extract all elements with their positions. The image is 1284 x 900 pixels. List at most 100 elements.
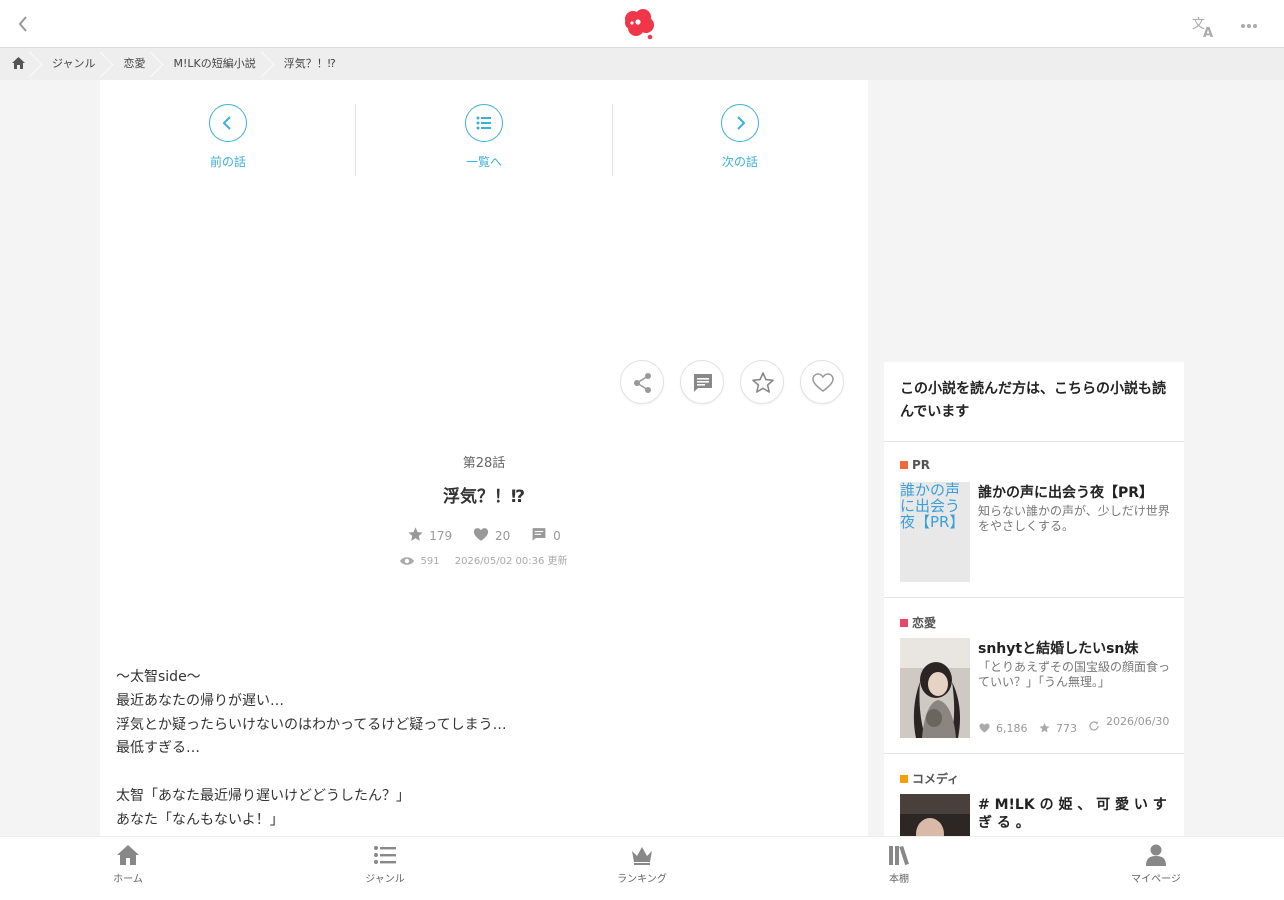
more-button[interactable] <box>1240 16 1264 32</box>
like-count-value: 6,186 <box>996 722 1028 735</box>
share-button[interactable] <box>620 360 664 404</box>
view-count-value: 591 <box>420 556 440 567</box>
next-circle <box>721 104 759 142</box>
episode-list-button[interactable]: 一覧へ <box>356 104 612 176</box>
cover-photo-icon <box>900 794 970 836</box>
share-icon <box>634 373 651 393</box>
tab-ranking[interactable]: ランキング <box>592 843 692 895</box>
heart-icon <box>979 723 990 733</box>
more-dots-icon <box>1241 24 1257 28</box>
comment-count: 0 <box>530 526 561 543</box>
recommendation-tag: PR <box>900 458 930 472</box>
recommendation-item[interactable]: PR 誰かの声に出会う夜【PR】 誰かの声に出会う夜【PR】 知らない誰かの声が… <box>884 442 1184 598</box>
crown-icon <box>632 847 652 865</box>
bookshelf-icon <box>889 845 909 866</box>
updated-value: 2026/06/30 <box>1106 715 1170 728</box>
recommendation-panel: この小説を読んだ方は、こちらの小説も読んでいます PR 誰かの声に出会う夜【PR… <box>884 362 1184 836</box>
back-button[interactable] <box>12 12 34 36</box>
app-logo[interactable] <box>622 8 656 40</box>
heart-icon <box>812 373 834 392</box>
list-icon <box>476 116 491 130</box>
tag-label: 恋愛 <box>912 616 937 630</box>
eye-icon <box>400 557 415 565</box>
tab-mypage-label: マイページ <box>1131 874 1181 885</box>
prev-circle <box>209 104 247 142</box>
tab-ranking-label: ランキング <box>617 874 667 885</box>
recommendation-desc: 「とりあえずその国宝級の顔面食っていい？」「うん無理。」 <box>978 660 1171 689</box>
heart-count-value: 20 <box>494 529 511 543</box>
broken-image-alt: 誰かの声に出会う夜【PR】 <box>900 482 965 531</box>
breadcrumb: ジャンル 恋愛 M!LKの短編小説 浮気？！⁉ <box>0 48 1284 80</box>
episode-nav: 前の話 一覧へ 次の話 <box>100 104 868 176</box>
comment-count-value: 0 <box>553 529 561 543</box>
episode-title: 浮気？！⁉ <box>442 487 526 507</box>
svg-text:A: A <box>1203 26 1213 38</box>
recommendation-desc: 知らない誰かの声が、少しだけ世界をやさしくする。 <box>978 504 1170 533</box>
list-circle <box>465 104 503 142</box>
heart-count: 20 <box>472 526 510 543</box>
star-count-value: 179 <box>429 529 453 543</box>
prev-episode-button[interactable]: 前の話 <box>100 104 356 176</box>
star-count: 773 <box>1038 722 1077 735</box>
episode-list-label: 一覧へ <box>465 155 502 169</box>
like-button[interactable] <box>800 360 844 404</box>
breadcrumb-home[interactable] <box>0 48 38 80</box>
recommendation-thumbnail[interactable] <box>900 638 970 738</box>
tag-label: PR <box>912 458 931 472</box>
recommendation-item[interactable]: 恋愛 snhytと結婚したいsn妹 「とりあえずその国宝級の顔面食っていい？」「… <box>884 598 1184 754</box>
episode-number: 第28話 <box>462 456 506 471</box>
bottom-nav: ホーム ジャンル ランキング 本棚 マイページ <box>0 836 1284 900</box>
next-episode-button[interactable]: 次の話 <box>612 104 868 176</box>
refresh-icon <box>1089 721 1099 731</box>
star-icon <box>752 372 774 393</box>
recommendation-item[interactable]: コメディ # M!LK の 姫 、 可 愛 い す ぎ る 。 <box>884 754 1184 836</box>
star-button[interactable] <box>740 360 784 404</box>
star-count-value: 773 <box>1056 722 1077 735</box>
like-count: 6,186 <box>978 722 1028 735</box>
user-icon <box>1146 844 1166 866</box>
tab-bookshelf[interactable]: 本棚 <box>849 843 949 895</box>
top-bar: 文 A <box>0 0 1284 48</box>
tab-home[interactable]: ホーム <box>78 843 178 895</box>
reader-main: 前の話 一覧へ 次の話 第28話 浮気？！⁉ 179 20 0 591 2026… <box>100 80 868 836</box>
list-icon <box>374 846 396 864</box>
chevron-left-icon <box>18 16 27 32</box>
translate-icon: 文 A <box>1192 17 1213 41</box>
tab-home-label: ホーム <box>113 874 143 885</box>
translate-button[interactable]: 文 A <box>1190 14 1218 41</box>
comment-button[interactable] <box>680 360 724 404</box>
breadcrumb-category[interactable]: 恋愛 <box>109 48 159 80</box>
recommendation-thumbnail[interactable] <box>900 794 970 836</box>
tag-label: コメディ <box>912 772 960 786</box>
tab-mypage[interactable]: マイページ <box>1106 843 1206 895</box>
comment-icon <box>694 374 712 392</box>
home-icon <box>12 57 25 69</box>
tab-genre-label: ジャンル <box>365 874 405 885</box>
chevron-right-icon <box>737 116 746 130</box>
recommendation-tag: 恋愛 <box>900 614 936 631</box>
episode-stats: 179 20 0 <box>100 526 868 543</box>
updated-date: 2026/05/02 00:36 更新 <box>454 556 568 567</box>
recommendation-title: 誰かの声に出会う夜【PR】 <box>978 485 1154 501</box>
prev-episode-label: 前の話 <box>209 155 246 169</box>
episode-meta: 591 2026/05/02 00:36 更新 <box>100 552 868 567</box>
story-body: 〜太智side〜 最近あなたの帰りが遅い… 浮気とか疑ったらいけないのはわかって… <box>116 669 507 828</box>
breadcrumb-episode: 浮気？！⁉ <box>283 57 336 70</box>
cover-photo-icon <box>900 638 970 738</box>
star-count: 179 <box>407 526 452 543</box>
star-icon <box>408 527 423 541</box>
comment-icon <box>532 528 546 541</box>
recommendation-title: # M!LK の 姫 、 可 愛 い す ぎ る 。 <box>978 797 1167 831</box>
recommendation-thumbnail[interactable]: 誰かの声に出会う夜【PR】 <box>900 482 970 582</box>
heart-icon <box>473 528 489 541</box>
view-count: 591 <box>400 556 440 567</box>
recommendation-tag: コメディ <box>900 770 959 787</box>
breadcrumb-novel[interactable]: M!LKの短編小説 <box>159 48 269 80</box>
recommendation-title: snhytと結婚したいsn妹 <box>978 641 1139 657</box>
star-icon <box>1039 723 1050 733</box>
home-icon <box>117 845 139 865</box>
breadcrumb-genre[interactable]: ジャンル <box>38 48 109 80</box>
chevron-left-icon <box>222 116 231 130</box>
tab-genre[interactable]: ジャンル <box>335 843 435 895</box>
next-episode-label: 次の話 <box>721 155 758 169</box>
